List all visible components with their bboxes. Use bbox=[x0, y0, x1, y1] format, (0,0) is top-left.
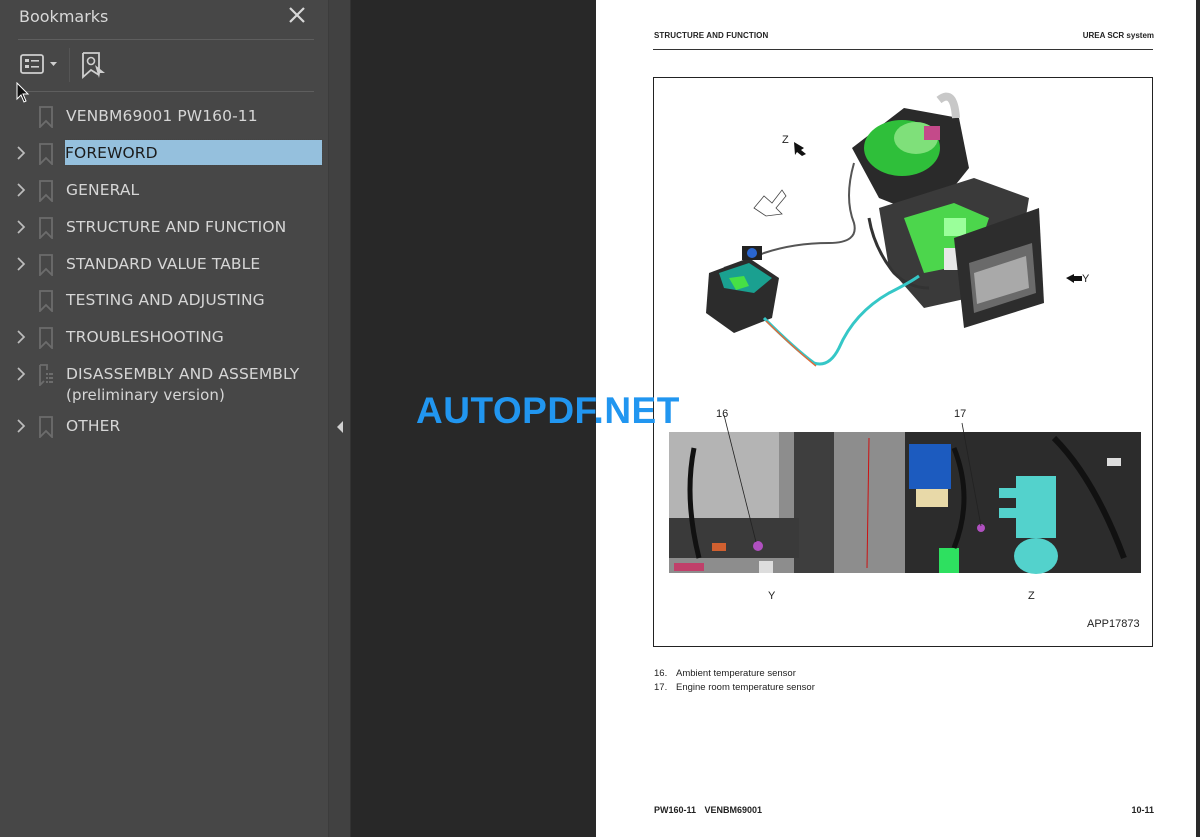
page-header-section: STRUCTURE AND FUNCTION bbox=[654, 31, 769, 40]
bookmark-item-disassembly-and-assembly[interactable]: DISASSEMBLY AND ASSEMBLY (preliminary ve… bbox=[0, 356, 329, 408]
bookmarks-toolbar bbox=[18, 40, 314, 92]
detail-view-z bbox=[905, 422, 1141, 574]
bookmark-item-venbm69001[interactable]: VENBM69001 PW160-11 bbox=[0, 98, 329, 134]
expand-chevron-icon[interactable] bbox=[14, 365, 28, 383]
expand-chevron-icon[interactable] bbox=[14, 417, 28, 435]
toolbar-separator bbox=[69, 48, 70, 82]
bookmark-label-sub: (preliminary version) bbox=[66, 386, 225, 404]
collapse-left-icon bbox=[337, 421, 343, 433]
bookmark-icon bbox=[39, 217, 53, 239]
collapse-panel-button[interactable] bbox=[329, 0, 351, 837]
expand-chevron-icon[interactable] bbox=[14, 218, 28, 236]
watermark-text: AUTOPDF.NET bbox=[416, 390, 680, 431]
engine-assembly-drawing bbox=[706, 92, 1082, 367]
bookmark-item-other[interactable]: OTHER bbox=[0, 408, 329, 444]
close-icon bbox=[289, 7, 305, 23]
find-current-bookmark-icon bbox=[82, 52, 105, 79]
pdf-viewer: Bookmarks VENBM69001 PW160-11 FOREWORD G… bbox=[0, 0, 1200, 837]
bookmark-label: GENERAL bbox=[66, 181, 140, 199]
scr-system-illustration bbox=[669, 92, 1141, 574]
bookmarks-header: Bookmarks bbox=[18, 0, 314, 40]
pdf-page: STRUCTURE AND FUNCTION UREA SCR system Z… bbox=[596, 0, 1196, 837]
viewer-edge bbox=[1196, 0, 1200, 837]
find-current-bookmark-button[interactable] bbox=[81, 51, 107, 81]
view-z-marker: Z bbox=[782, 134, 789, 146]
bookmark-item-testing-and-adjusting[interactable]: TESTING AND ADJUSTING bbox=[0, 282, 329, 318]
expand-chevron-icon[interactable] bbox=[14, 328, 28, 346]
bookmark-label: OTHER bbox=[66, 417, 121, 435]
page-number: 10-11 bbox=[1131, 805, 1154, 815]
bookmark-icon bbox=[39, 416, 53, 438]
expand-chevron-icon[interactable] bbox=[14, 144, 28, 162]
bookmark-label: STRUCTURE AND FUNCTION bbox=[66, 218, 287, 236]
bookmark-icon bbox=[39, 254, 53, 276]
bookmark-item-troubleshooting[interactable]: TROUBLESHOOTING bbox=[0, 319, 329, 355]
expand-chevron-icon[interactable] bbox=[14, 255, 28, 273]
bookmark-icon bbox=[39, 143, 53, 165]
figure-frame: Z Y 16 17 Y Z APP17873 bbox=[653, 77, 1153, 647]
bookmark-label: STANDARD VALUE TABLE bbox=[66, 255, 261, 273]
bookmark-icon bbox=[39, 106, 53, 128]
callout-16: 16 bbox=[716, 408, 729, 420]
page-footer-model: PW160-11 VENBM69001 bbox=[654, 805, 763, 815]
close-bookmarks-button[interactable] bbox=[286, 4, 308, 26]
bookmark-label: DISASSEMBLY AND ASSEMBLY (preliminary ve… bbox=[66, 365, 299, 404]
page-header-topic: UREA SCR system bbox=[1082, 31, 1154, 40]
bookmark-item-standard-value-table[interactable]: STANDARD VALUE TABLE bbox=[0, 246, 329, 282]
caption-view-z: Z bbox=[1028, 590, 1035, 602]
bookmark-label: FOREWORD bbox=[64, 139, 323, 166]
legend-item: 16. Ambient temperature sensor bbox=[654, 668, 796, 679]
caption-view-y: Y bbox=[768, 590, 776, 602]
mouse-cursor-icon bbox=[16, 82, 30, 103]
bookmarks-panel: Bookmarks VENBM69001 PW160-11 FOREWORD G… bbox=[0, 0, 329, 837]
figure-id: APP17873 bbox=[1087, 618, 1140, 630]
bookmark-label-main: DISASSEMBLY AND ASSEMBLY bbox=[66, 365, 300, 383]
bookmark-label: TESTING AND ADJUSTING bbox=[66, 291, 265, 309]
bookmark-icon bbox=[39, 290, 53, 312]
bookmark-options-button[interactable] bbox=[19, 53, 61, 79]
bookmark-item-general[interactable]: GENERAL bbox=[0, 172, 329, 208]
figure-legend: 16. Ambient temperature sensor 17. Engine … bbox=[654, 667, 815, 694]
bookmark-item-foreword[interactable]: FOREWORD bbox=[0, 135, 329, 171]
bookmarks-title: Bookmarks bbox=[19, 7, 109, 26]
callout-17: 17 bbox=[954, 408, 967, 420]
expand-chevron-icon[interactable] bbox=[14, 181, 28, 199]
bookmark-icon bbox=[39, 327, 53, 349]
bookmark-item-structure-and-function[interactable]: STRUCTURE AND FUNCTION bbox=[0, 209, 329, 245]
bookmark-label: VENBM69001 PW160-11 bbox=[66, 107, 258, 125]
legend-item: 17. Engine room temperature sensor bbox=[654, 681, 815, 693]
bookmark-icon bbox=[39, 180, 53, 202]
list-options-icon bbox=[20, 54, 57, 74]
view-y-marker: Y bbox=[1082, 273, 1090, 285]
tagged-bookmark-icon bbox=[39, 364, 53, 386]
header-rule bbox=[653, 49, 1153, 50]
bookmark-label: TROUBLESHOOTING bbox=[66, 328, 224, 346]
detail-view-y bbox=[669, 414, 905, 573]
